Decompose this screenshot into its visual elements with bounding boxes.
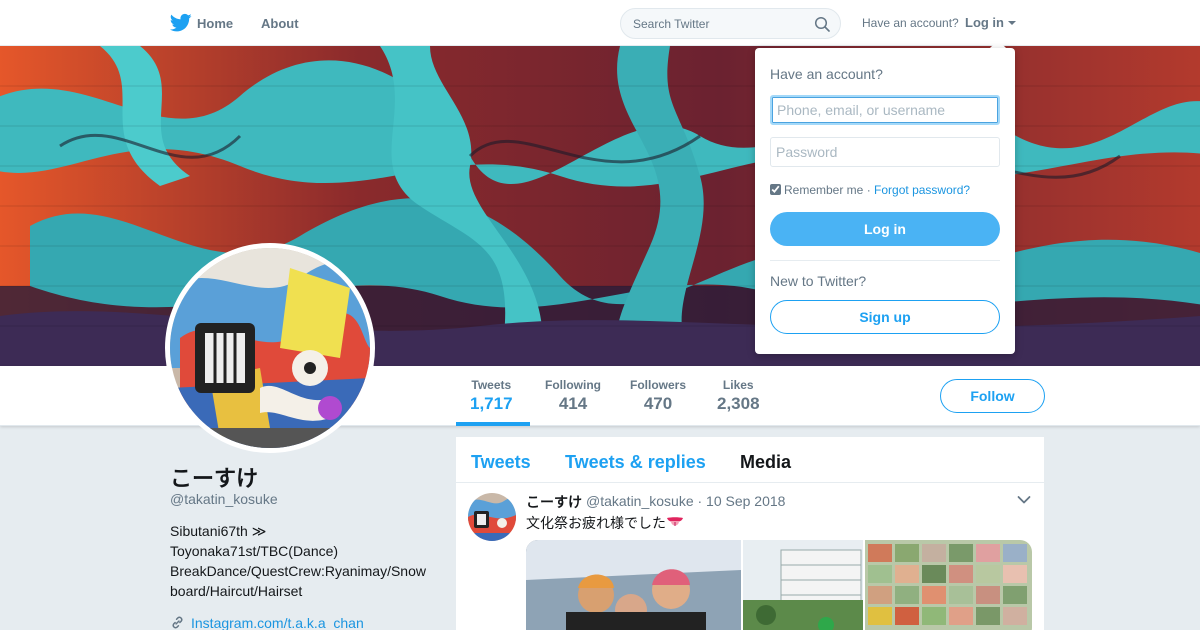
- tab-media[interactable]: Media: [740, 452, 791, 473]
- follow-button[interactable]: Follow: [940, 379, 1045, 413]
- link-icon: [172, 616, 183, 629]
- login-menu-button[interactable]: Log in: [965, 15, 1004, 30]
- tweet-text: 文化祭お疲れ様でした: [526, 515, 666, 531]
- remember-me-row: Remember me · Forgot password?: [770, 183, 970, 197]
- tweet-author-handle-date[interactable]: @takatin_kosuke · 10 Sep 2018: [586, 493, 785, 509]
- top-navigation: Home About Search Twitter Have an accoun…: [0, 0, 1200, 46]
- profile-bio: Sibutani67th ≫ Toyonaka71st/TBC(Dance) B…: [170, 523, 426, 599]
- stat-tweets-label: Tweets: [471, 378, 512, 392]
- tab-tweets[interactable]: Tweets: [471, 452, 531, 473]
- profile-handle[interactable]: @takatin_kosuke: [170, 491, 278, 507]
- remember-forgot-separator: ·: [866, 183, 871, 197]
- active-stat-indicator: [456, 422, 530, 426]
- tab-tweets-replies[interactable]: Tweets & replies: [565, 452, 706, 473]
- tweet-text-row: 文化祭お疲れ様でした: [526, 513, 684, 533]
- timeline-tabs: Tweets Tweets & replies Media: [456, 437, 1044, 483]
- stat-following-value: 414: [558, 394, 588, 413]
- forgot-password-link[interactable]: Forgot password?: [874, 183, 970, 197]
- profile-website-link[interactable]: Instagram.com/t.a.k.a_chan: [191, 615, 364, 630]
- search-box[interactable]: Search Twitter: [620, 8, 841, 39]
- have-account-text: Have an account?: [862, 16, 959, 30]
- chevron-down-icon[interactable]: [1017, 495, 1031, 505]
- stat-followers-label: Followers: [630, 378, 687, 392]
- stat-followers[interactable]: Followers 470: [630, 378, 686, 414]
- remember-me-checkbox[interactable]: [770, 184, 781, 195]
- twitter-bird-icon[interactable]: [170, 13, 192, 33]
- login-dropdown-title: Have an account?: [770, 66, 883, 82]
- stat-following[interactable]: Following 414: [545, 378, 601, 414]
- stat-likes[interactable]: Likes 2,308: [717, 378, 760, 414]
- password-field[interactable]: [770, 137, 1000, 167]
- tweet-media-photos: [526, 540, 1032, 630]
- profile-website[interactable]: Instagram.com/t.a.k.a_chan: [170, 615, 364, 630]
- search-icon[interactable]: [814, 16, 830, 32]
- timeline-card: Tweets Tweets & replies Media こーすけ @taka…: [456, 437, 1044, 630]
- tweet-avatar-image: [468, 493, 516, 541]
- login-button[interactable]: Log in: [770, 212, 1000, 246]
- profile-name[interactable]: こーすけ: [170, 461, 258, 493]
- login-dropdown: Have an account? Remember me · Forgot pa…: [755, 48, 1015, 354]
- username-field[interactable]: [770, 95, 1000, 125]
- tongue-emoji-icon: [667, 517, 683, 526]
- caret-down-icon[interactable]: [1008, 21, 1016, 25]
- stat-tweets[interactable]: Tweets 1,717: [470, 378, 513, 414]
- avatar-graffiti-image: [170, 248, 370, 448]
- tweet-author-name[interactable]: こーすけ: [526, 492, 582, 512]
- stat-followers-value: 470: [643, 394, 673, 413]
- search-input[interactable]: Search Twitter: [633, 17, 709, 31]
- stat-following-label: Following: [545, 378, 601, 392]
- nav-home-link[interactable]: Home: [197, 16, 233, 31]
- stat-likes-label: Likes: [722, 378, 754, 392]
- new-to-twitter-text: New to Twitter?: [770, 273, 867, 289]
- tweet-media-grid[interactable]: [526, 540, 1032, 630]
- remember-me-label[interactable]: Remember me: [784, 183, 863, 197]
- signup-button[interactable]: Sign up: [770, 300, 1000, 334]
- nav-about-link[interactable]: About: [261, 16, 299, 31]
- stat-likes-value: 2,308: [717, 394, 760, 413]
- tweet-avatar[interactable]: [468, 493, 516, 541]
- dropdown-divider: [770, 260, 1000, 261]
- stat-tweets-value: 1,717: [470, 394, 513, 413]
- profile-avatar[interactable]: [165, 243, 375, 453]
